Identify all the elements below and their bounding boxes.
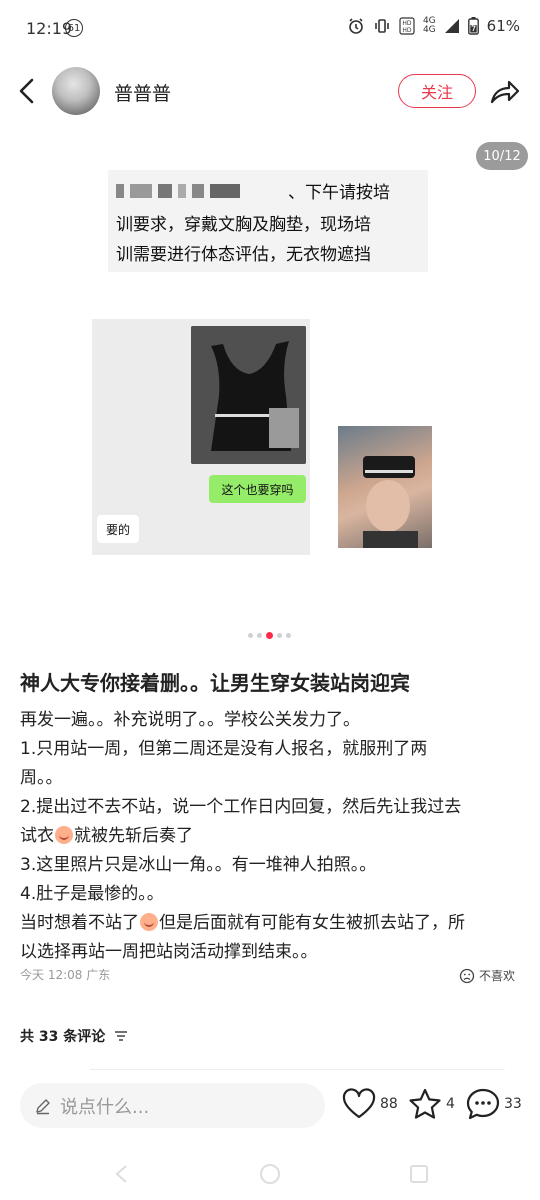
notification-count-badge: 61 (65, 19, 83, 37)
peach-emoji-icon (55, 826, 73, 844)
hd-icon: HDHD (399, 17, 415, 35)
nav-home-icon[interactable] (258, 1162, 282, 1186)
censor-block (210, 184, 240, 198)
status-bar: 12:19 61 HD HD 4G 4G 61% (0, 0, 540, 60)
body-photo (338, 426, 432, 548)
like-button[interactable]: 88 (342, 1088, 398, 1120)
system-nav-bar (0, 1150, 540, 1200)
sad-face-icon (459, 968, 475, 983)
battery-icon (467, 17, 479, 35)
favorite-count: 4 (446, 1096, 455, 1112)
svg-text:HD: HD (402, 20, 412, 27)
post-title: 神人大专你接着删。。让男生穿女装站岗迎宾 (20, 671, 410, 695)
carousel-indicator (248, 632, 291, 639)
dislike-button[interactable]: 不喜欢 (459, 967, 515, 984)
censor-block (192, 184, 204, 198)
image-counter: 10/12 (476, 142, 528, 170)
post-line: 试衣 就被先斩后奏了 (20, 826, 193, 846)
chat-text-line: 训要求，穿戴文胸及胸垫，现场培 (116, 215, 371, 235)
comment-count: 33 (504, 1096, 522, 1112)
post-line: 1.只用站一周，但第二周还是没有人报名，就服刑了两 (20, 739, 428, 759)
post-line: 4.肚子是最惨的。。 (20, 884, 164, 904)
censor-block (178, 184, 186, 198)
comment-bubble-icon (466, 1088, 500, 1120)
carousel-dot (248, 633, 253, 638)
post-line: 当时想着不站了 但是后面就有可能有女生被抓去站了，所 (20, 913, 465, 933)
garment-illustration (191, 326, 306, 464)
censored-name (116, 182, 240, 200)
chat-bubble-received: 要的 (97, 515, 139, 543)
star-icon (409, 1088, 441, 1119)
favorite-button[interactable]: 4 (408, 1088, 455, 1120)
nav-back-icon[interactable] (112, 1162, 132, 1186)
share-icon[interactable] (486, 74, 522, 108)
peach-emoji-icon (140, 913, 158, 931)
vibrate-icon (375, 19, 389, 33)
sort-icon[interactable] (113, 1029, 129, 1043)
alarm-icon (349, 18, 363, 34)
photo-illustration (363, 456, 418, 548)
comments-header[interactable]: 共 33 条评论 (20, 1026, 129, 1046)
dislike-label: 不喜欢 (479, 969, 516, 983)
chat-bubble-sent: 这个也要穿吗 (209, 475, 306, 503)
divider (90, 1069, 505, 1070)
back-arrow-icon[interactable] (14, 74, 42, 108)
follow-button[interactable]: 关注 (398, 74, 476, 108)
nav-recents-icon[interactable] (408, 1162, 430, 1186)
signal-icon (444, 19, 459, 33)
comments-count-label: 共 33 条评论 (20, 1029, 106, 1045)
post-meta: 今天 12:08 广东 (20, 966, 110, 983)
garment-photo (191, 326, 306, 464)
heart-icon (342, 1088, 376, 1119)
carousel-dot (257, 633, 262, 638)
like-count: 88 (380, 1096, 398, 1112)
svg-text:HD: HD (402, 27, 412, 34)
pencil-icon (36, 1098, 50, 1114)
comment-button[interactable]: 33 (466, 1088, 522, 1120)
post-body: 再发一遍。。补充说明了。。学校公关发力了。 1.只用站一周，但第二周还是没有人报… (20, 706, 525, 967)
carousel-dot (286, 633, 291, 638)
battery-level: 61% (486, 17, 520, 35)
post-location: 广东 (86, 968, 111, 982)
comment-input[interactable]: 说点什么... (20, 1083, 325, 1128)
carousel-dot (277, 633, 282, 638)
comment-placeholder: 说点什么... (60, 1096, 150, 1118)
author-name[interactable]: 普普普 (114, 79, 171, 106)
chat-text-line: 训需要进行体态评估，无衣物遮挡 (116, 245, 371, 265)
post-line: 周。。 (20, 768, 63, 788)
censor-block (116, 184, 124, 198)
censor-block (158, 184, 172, 198)
post-line: 以选择再站一周把站岗活动撑到结束。。 (20, 942, 318, 962)
carousel-dot-active (266, 632, 273, 639)
status-icons: HD HD 4G 4G 61% (347, 17, 520, 35)
author-avatar[interactable] (52, 67, 100, 115)
post-line: 再发一遍。。补充说明了。。学校公关发力了。 (20, 710, 360, 730)
network-label: 4G 4G (422, 16, 436, 35)
censor-block (130, 184, 152, 198)
post-line: 2.提出过不去不站，说一个工作日内回复，然后先让我过去 (20, 797, 462, 817)
post-time: 今天 12:08 (20, 968, 83, 982)
post-line: 3.这里照片只是冰山一角。。有一堆神人拍照。。 (20, 855, 377, 875)
chat-text-line: 、下午请按培 (288, 183, 390, 203)
